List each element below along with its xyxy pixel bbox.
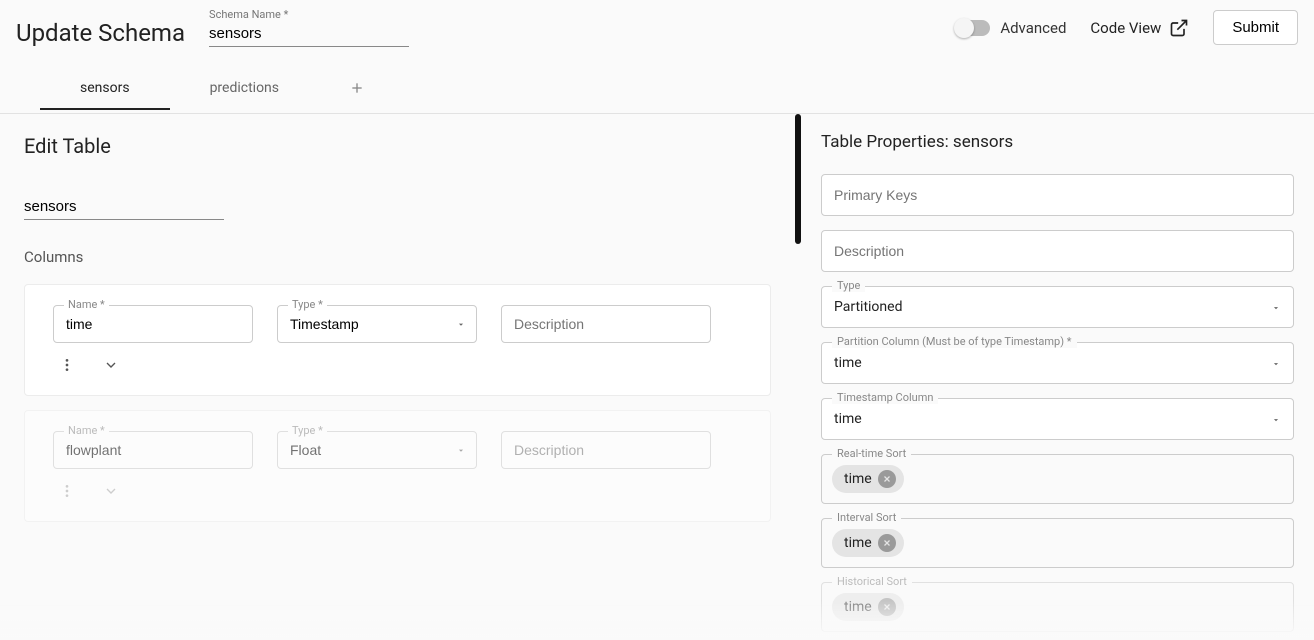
right-pane: Table Properties: sensors Type Partition… xyxy=(801,114,1314,634)
chip-label: time xyxy=(844,599,872,615)
columns-heading: Columns xyxy=(24,248,771,266)
interval-sort-label: Interval Sort xyxy=(832,511,901,524)
schema-name-input[interactable] xyxy=(209,21,409,47)
type-value: Partitioned xyxy=(822,287,1271,327)
column-desc-input[interactable] xyxy=(502,432,710,468)
column-name-input[interactable] xyxy=(54,306,252,342)
interval-sort-field[interactable]: Interval Sort time xyxy=(821,518,1294,568)
schema-name-label: Schema Name * xyxy=(209,8,409,21)
type-label: Type xyxy=(832,279,865,292)
submit-button[interactable]: Submit xyxy=(1213,10,1298,45)
type-select[interactable]: Type Partitioned xyxy=(821,286,1294,328)
timestamp-column-value: time xyxy=(822,399,1271,439)
column-desc-field xyxy=(501,305,711,343)
partition-column-select[interactable]: Partition Column (Must be of type Timest… xyxy=(821,342,1294,384)
open-external-icon xyxy=(1169,18,1189,38)
more-vertical-icon xyxy=(59,483,75,499)
close-icon xyxy=(882,538,892,548)
column-name-label: Name * xyxy=(64,298,109,311)
column-name-field: Name * xyxy=(53,431,253,469)
sort-chip: time xyxy=(832,465,904,493)
advanced-label: Advanced xyxy=(1000,19,1066,37)
page-title: Update Schema xyxy=(16,19,185,47)
column-desc-field xyxy=(501,431,711,469)
column-card: Name * Type * xyxy=(24,410,771,522)
tab-add-button[interactable] xyxy=(319,65,395,113)
chip-remove-button[interactable] xyxy=(878,598,896,616)
chip-label: time xyxy=(844,471,872,487)
historical-sort-label: Historical Sort xyxy=(832,575,912,588)
column-name-field: Name * xyxy=(53,305,253,343)
pane-divider[interactable] xyxy=(795,114,801,634)
column-type-label: Type * xyxy=(288,424,327,437)
column-type-label: Type * xyxy=(288,298,327,311)
column-type-field[interactable]: Type * xyxy=(277,431,477,469)
partition-column-label: Partition Column (Must be of type Timest… xyxy=(832,335,1077,348)
code-view-button[interactable]: Code View xyxy=(1090,18,1189,38)
caret-down-icon xyxy=(1271,410,1281,429)
tab-bar: sensors predictions xyxy=(0,65,1314,114)
column-expand-button[interactable] xyxy=(103,357,119,377)
column-card: Name * Type * xyxy=(24,284,771,396)
realtime-sort-label: Real-time Sort xyxy=(832,447,911,460)
description-input[interactable] xyxy=(822,231,1293,271)
column-more-button[interactable] xyxy=(59,357,75,377)
left-pane: Edit Table Columns Name * Type * xyxy=(0,114,795,634)
chip-remove-button[interactable] xyxy=(878,534,896,552)
primary-keys-field xyxy=(821,174,1294,216)
column-type-value[interactable] xyxy=(278,432,476,468)
close-icon xyxy=(882,602,892,612)
edit-table-title: Edit Table xyxy=(24,134,771,158)
description-field xyxy=(821,230,1294,272)
chevron-down-icon xyxy=(103,357,119,373)
sort-chip: time xyxy=(832,593,904,621)
column-name-label: Name * xyxy=(64,424,109,437)
caret-down-icon xyxy=(1271,298,1281,317)
tab-sensors[interactable]: sensors xyxy=(40,68,170,110)
historical-sort-field[interactable]: Historical Sort time xyxy=(821,582,1294,632)
chevron-down-icon xyxy=(103,483,119,499)
advanced-toggle-group: Advanced xyxy=(956,19,1066,37)
chip-label: time xyxy=(844,535,872,551)
table-properties-title: Table Properties: sensors xyxy=(821,132,1294,152)
close-icon xyxy=(882,474,892,484)
primary-keys-input[interactable] xyxy=(822,175,1293,215)
schema-name-field: Schema Name * xyxy=(209,8,409,47)
column-name-input[interactable] xyxy=(54,432,252,468)
column-more-button[interactable] xyxy=(59,483,75,503)
sort-chip: time xyxy=(832,529,904,557)
table-name-input[interactable] xyxy=(24,194,224,220)
plus-icon xyxy=(349,80,365,96)
partition-column-value: time xyxy=(822,343,1271,383)
column-type-value[interactable] xyxy=(278,306,476,342)
advanced-toggle[interactable] xyxy=(956,20,990,36)
header-bar: Update Schema Schema Name * Advanced Cod… xyxy=(0,0,1314,51)
timestamp-column-select[interactable]: Timestamp Column time xyxy=(821,398,1294,440)
code-view-label: Code View xyxy=(1090,19,1161,37)
chip-remove-button[interactable] xyxy=(878,470,896,488)
tab-predictions[interactable]: predictions xyxy=(170,68,319,110)
more-vertical-icon xyxy=(59,357,75,373)
column-type-field[interactable]: Type * xyxy=(277,305,477,343)
column-expand-button[interactable] xyxy=(103,483,119,503)
column-desc-input[interactable] xyxy=(502,306,710,342)
caret-down-icon xyxy=(1271,354,1281,373)
timestamp-column-label: Timestamp Column xyxy=(832,391,938,404)
realtime-sort-field[interactable]: Real-time Sort time xyxy=(821,454,1294,504)
